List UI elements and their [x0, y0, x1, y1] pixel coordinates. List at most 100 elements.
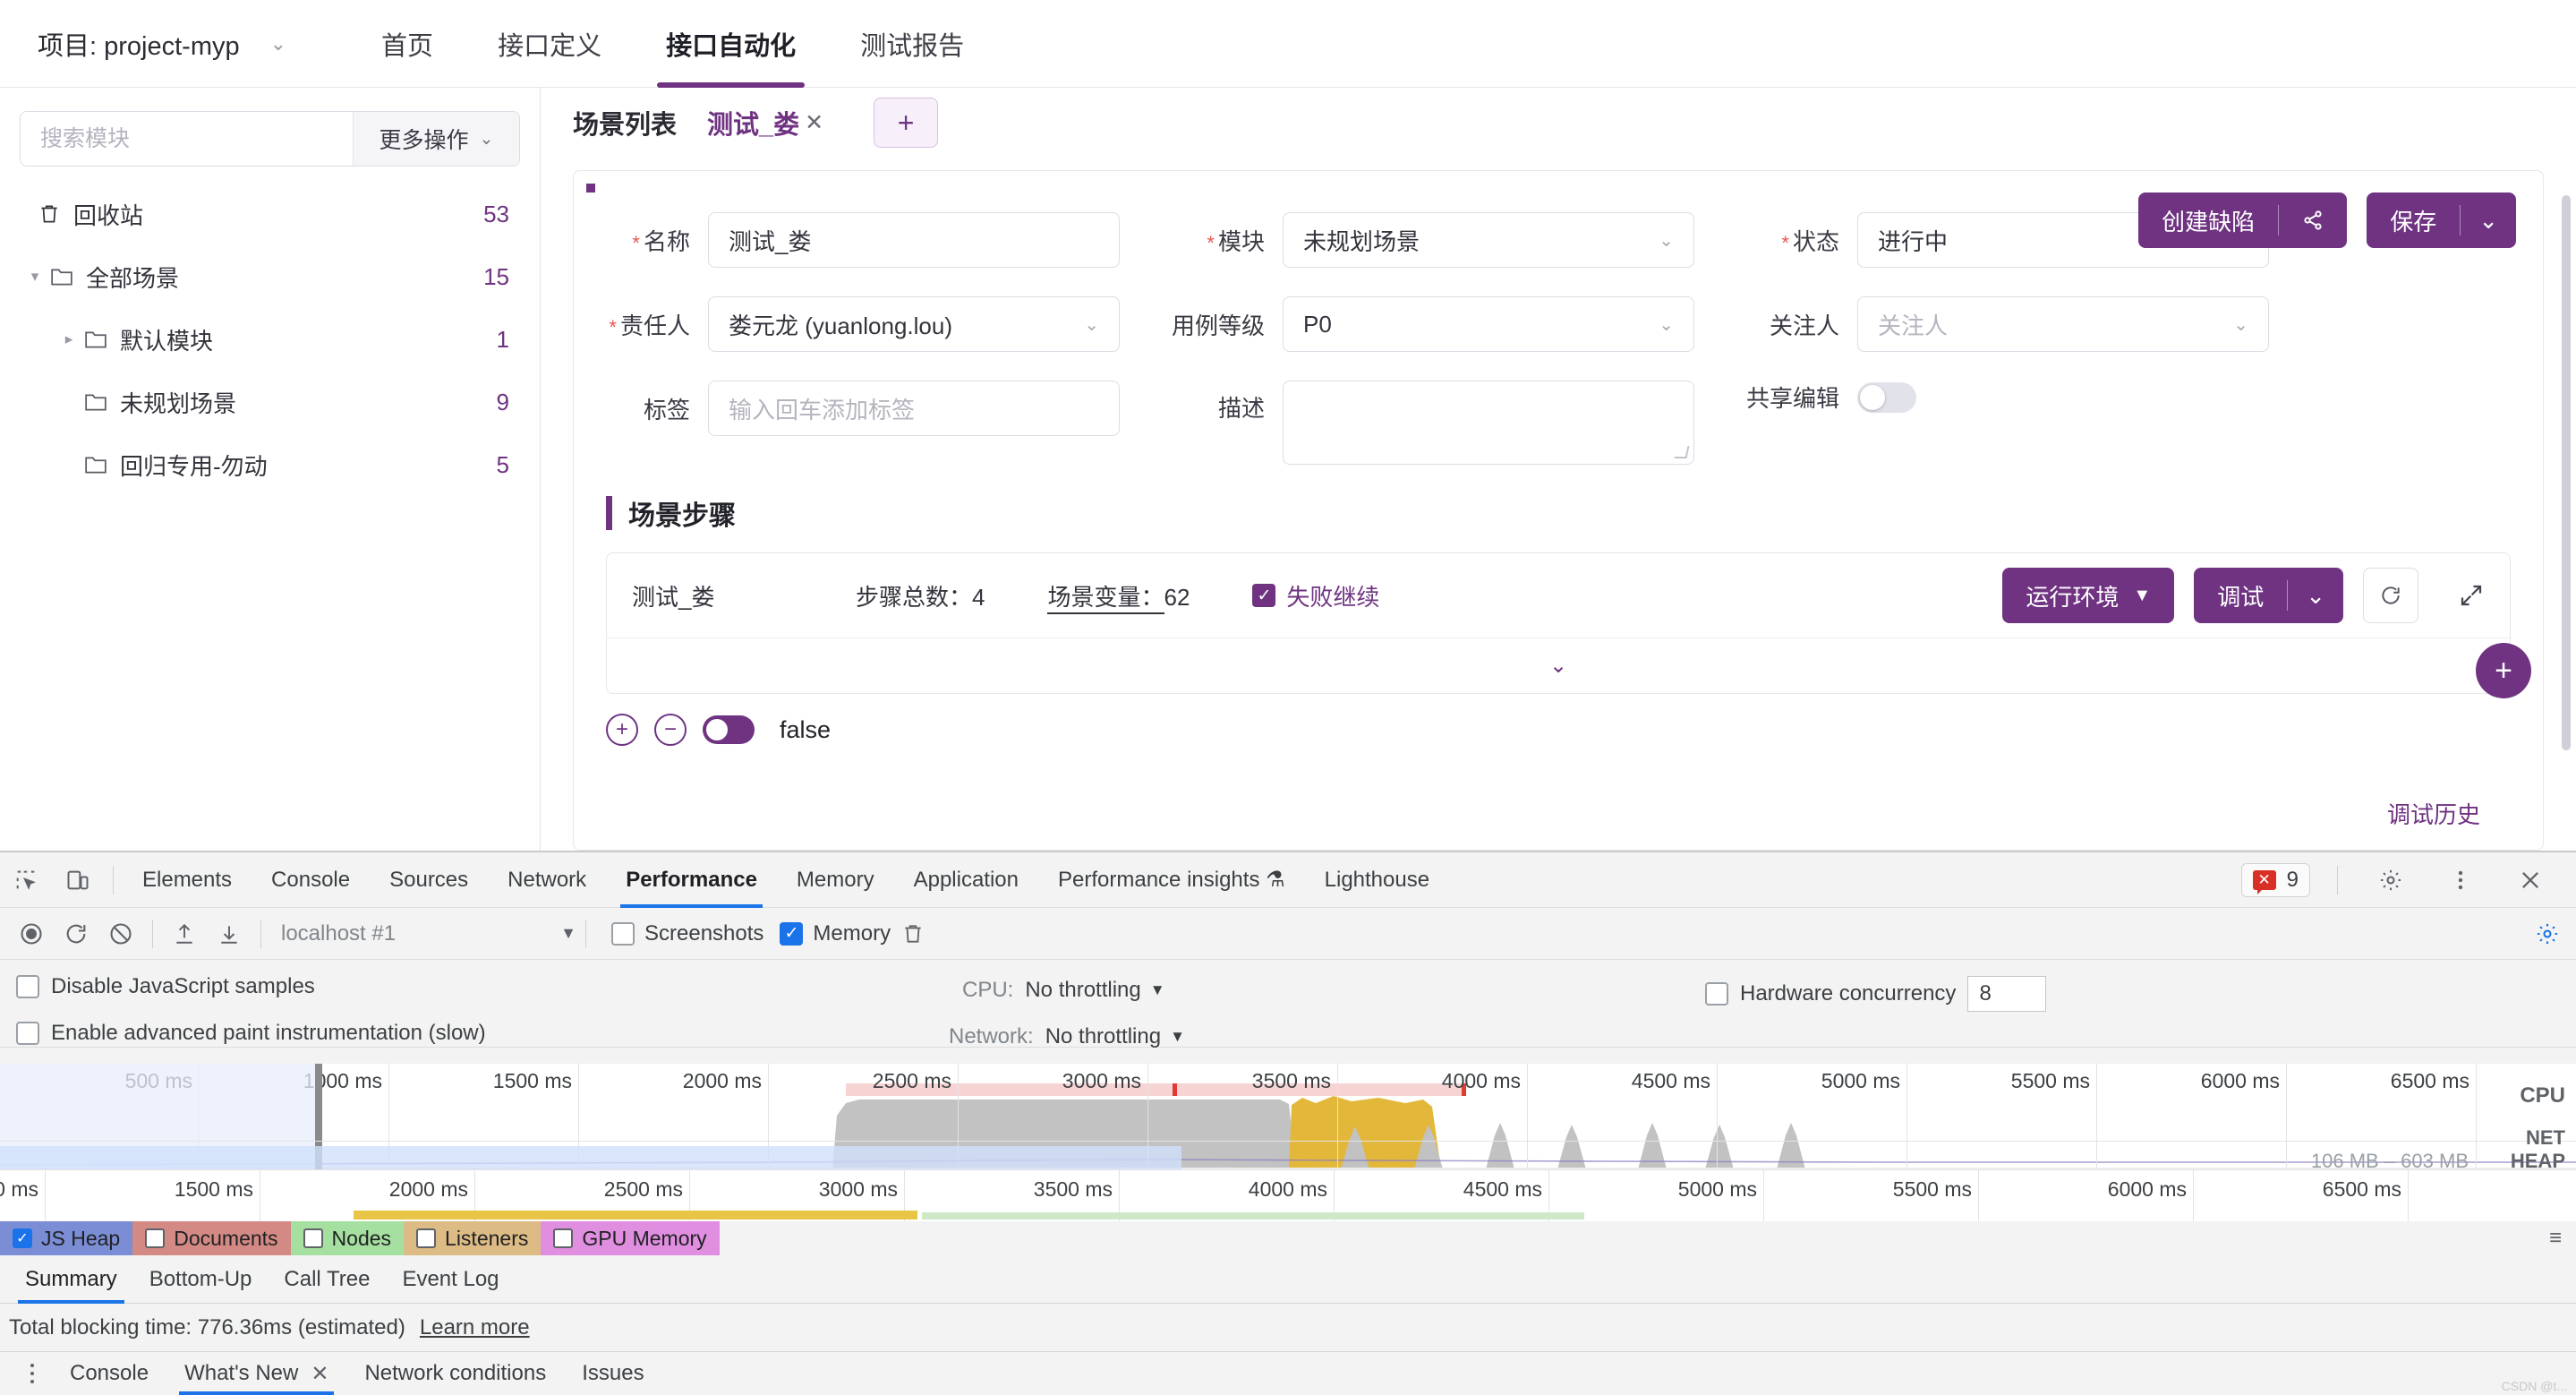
legend-gpu-memory[interactable]: GPU Memory [541, 1221, 719, 1255]
legend-js-heap[interactable]: ✓ JS Heap [0, 1221, 132, 1255]
expand-icon[interactable] [2458, 582, 2485, 609]
disable-js-samples-checkbox[interactable]: Disable JavaScript samples [16, 974, 315, 999]
kebab-menu-icon[interactable] [2435, 868, 2486, 893]
add-tab-button[interactable]: + [874, 98, 938, 148]
run-env-button[interactable]: 运行环境 ▼ [2002, 568, 2174, 623]
subtab-call-tree[interactable]: Call Tree [268, 1255, 386, 1304]
module-select[interactable]: 未规划场景⌄ [1283, 212, 1694, 268]
share-icon[interactable] [2279, 193, 2347, 248]
devtools-tab-network[interactable]: Network [488, 852, 606, 908]
minus-circle-icon[interactable]: − [654, 714, 687, 746]
subtab-bottom-up[interactable]: Bottom-Up [133, 1255, 269, 1304]
devtools-tab-performance-insights[interactable]: Performance insights ⚗ [1038, 852, 1305, 908]
clear-icon[interactable] [98, 921, 143, 946]
tab-scene-detail[interactable]: 测试_娄 [707, 104, 799, 141]
legend-nodes[interactable]: Nodes [291, 1221, 404, 1255]
devtools-tab-memory[interactable]: Memory [777, 852, 894, 908]
tag-input[interactable]: 输入回车添加标签 [708, 381, 1120, 436]
project-selector[interactable]: 项目: project-myp ⌄ [38, 25, 286, 63]
legend-menu-icon[interactable]: ≡ [2549, 1226, 2576, 1251]
hardware-concurrency-input[interactable]: 8 [1967, 976, 2046, 1012]
description-textarea[interactable] [1283, 381, 1694, 465]
save-button-group[interactable]: 保存 ⌄ [2367, 193, 2516, 248]
create-defect-button-group[interactable]: 创建缺陷 [2138, 193, 2347, 248]
refresh-icon[interactable] [2363, 568, 2418, 623]
nav-tab-api-automation[interactable]: 接口自动化 [634, 0, 828, 88]
sidebar-item-regression-only[interactable]: 回归专用-勿动 5 [0, 433, 540, 496]
legend-documents[interactable]: Documents [132, 1221, 290, 1255]
follower-select[interactable]: 关注人⌄ [1857, 296, 2269, 352]
name-input[interactable]: 测试_娄 [708, 212, 1120, 268]
record-icon[interactable] [9, 921, 54, 946]
close-icon[interactable]: ✕ [805, 109, 823, 136]
sidebar-item-all-scenes[interactable]: ▾ 全部场景 15 [0, 245, 540, 308]
upload-icon[interactable] [162, 921, 207, 946]
paint-instrumentation-checkbox[interactable]: Enable advanced paint instrumentation (s… [16, 1021, 486, 1046]
boolean-toggle[interactable] [703, 715, 755, 744]
search-input[interactable] [21, 112, 353, 166]
devtools-tab-sources[interactable]: Sources [370, 852, 488, 908]
debug-button[interactable]: 调试 [2194, 568, 2287, 623]
devtools-tab-application[interactable]: Application [894, 852, 1038, 908]
network-throttling[interactable]: Network: No throttling ▼ [949, 1024, 1185, 1049]
divider [585, 920, 586, 948]
checkbox-icon [145, 1228, 165, 1248]
checkbox-icon[interactable] [1705, 982, 1728, 1006]
floating-add-button[interactable]: + [2476, 643, 2531, 698]
cpu-throttling[interactable]: CPU: No throttling ▼ [962, 978, 1165, 1003]
devtools-tab-lighthouse[interactable]: Lighthouse [1305, 852, 1449, 908]
fail-continue-checkbox[interactable]: ✓ 失败继续 [1252, 579, 1379, 612]
more-operations-button[interactable]: 更多操作 ⌄ [353, 112, 519, 166]
drawer-tab-issues[interactable]: Issues [564, 1352, 661, 1395]
nav-tab-home[interactable]: 首页 [349, 0, 465, 88]
timeline-overview[interactable]: 500 ms 1000 ms 1500 ms 2000 ms 2500 ms 3… [0, 1064, 2576, 1169]
memory-checkbox[interactable]: ✓ Memory [780, 921, 891, 946]
owner-select[interactable]: 娄元龙 (yuanlong.lou)⌄ [708, 296, 1120, 352]
main-scrollbar[interactable] [2562, 195, 2571, 750]
chevron-right-icon[interactable]: ▸ [54, 330, 84, 348]
drawer-tab-console[interactable]: Console [52, 1352, 166, 1395]
plus-circle-icon[interactable]: + [606, 714, 638, 746]
devtools-tab-console[interactable]: Console [252, 852, 370, 908]
download-icon[interactable] [207, 921, 252, 946]
inspect-element-icon[interactable] [0, 868, 52, 893]
drawer-tab-whats-new[interactable]: What's New ✕ [166, 1352, 346, 1395]
cpu-throttling-select[interactable]: No throttling ▼ [1025, 978, 1164, 1003]
reload-and-record-icon[interactable] [54, 921, 98, 946]
debug-history-link[interactable]: 调试历史 [2387, 797, 2480, 830]
profile-select[interactable]: localhost #1 ▼ [281, 921, 576, 946]
drawer-tab-network-conditions[interactable]: Network conditions [346, 1352, 564, 1395]
chevron-down-icon[interactable]: ⌄ [2288, 568, 2343, 623]
close-icon[interactable] [2504, 868, 2556, 893]
capture-settings-icon[interactable] [2535, 921, 2576, 946]
chevron-down-icon[interactable]: ▾ [20, 268, 50, 286]
subtab-summary[interactable]: Summary [9, 1255, 133, 1304]
chevron-down-icon[interactable]: ⌄ [2461, 193, 2516, 248]
gear-icon[interactable] [2365, 868, 2417, 893]
share-edit-toggle[interactable] [1857, 382, 1916, 413]
devtools-tab-elements[interactable]: Elements [123, 852, 252, 908]
sidebar-item-default-module[interactable]: ▸ 默认模块 1 [0, 308, 540, 371]
priority-select[interactable]: P0⌄ [1283, 296, 1694, 352]
kebab-menu-icon[interactable] [13, 1360, 52, 1387]
subtab-event-log[interactable]: Event Log [386, 1255, 515, 1304]
sidebar-item-recycle-bin[interactable]: 回收站 53 [0, 183, 540, 245]
debug-button-group[interactable]: 调试 ⌄ [2194, 568, 2343, 623]
network-throttling-select[interactable]: No throttling ▼ [1045, 1024, 1185, 1049]
collapse-steps-row[interactable]: ⌄ [607, 638, 2510, 693]
save-button[interactable]: 保存 [2367, 193, 2460, 248]
device-toolbar-icon[interactable] [52, 868, 104, 893]
sidebar-item-unplanned-scenes[interactable]: 未规划场景 9 [0, 371, 540, 433]
close-icon[interactable]: ✕ [311, 1361, 328, 1387]
trash-icon[interactable] [891, 921, 935, 946]
nav-tab-test-report[interactable]: 测试报告 [828, 0, 996, 88]
tab-scene-list[interactable]: 场景列表 [573, 104, 677, 141]
nav-tab-api-definition[interactable]: 接口定义 [465, 0, 634, 88]
error-count-badge[interactable]: ✕ 9 [2241, 863, 2310, 897]
learn-more-link[interactable]: Learn more [420, 1315, 530, 1340]
create-defect-button[interactable]: 创建缺陷 [2138, 193, 2278, 248]
devtools-tab-performance[interactable]: Performance [606, 852, 777, 908]
chevron-down-icon: ⌄ [1659, 313, 1674, 336]
screenshots-checkbox[interactable]: Screenshots [611, 921, 763, 946]
legend-listeners[interactable]: Listeners [404, 1221, 541, 1255]
